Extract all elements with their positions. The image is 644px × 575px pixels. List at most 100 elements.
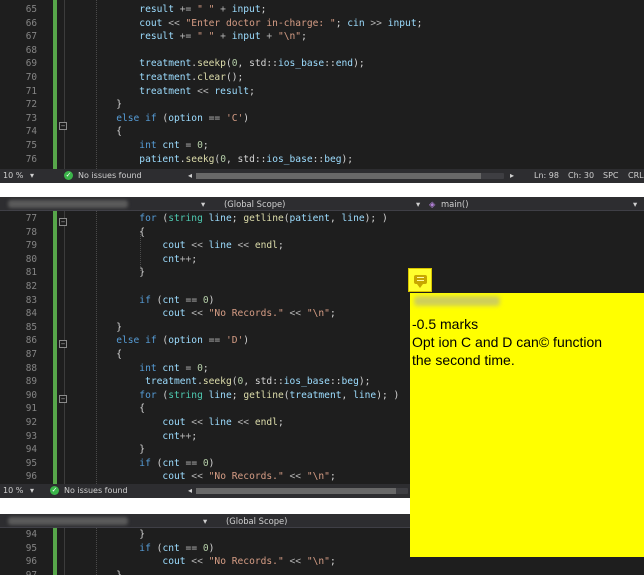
code-text: for (string line; getline(patient, line)… — [70, 213, 388, 224]
horizontal-scrollbar[interactable] — [196, 173, 504, 179]
code-line[interactable]: 80 cnt++; — [0, 253, 644, 267]
line-number: 80 — [25, 253, 37, 265]
editor-pane-top[interactable]: − 65 result += " " + input; 66 cout << "E… — [0, 0, 644, 183]
zoom-level[interactable]: 10 % — [3, 484, 23, 498]
code-line[interactable]: 82 — [0, 280, 644, 294]
line-number: 66 — [25, 17, 37, 29]
comment-marks: -0.5 marks — [412, 316, 479, 332]
code-text: for (string line; getline(treatment, lin… — [70, 389, 400, 401]
status-bar-top: 10 % ▾ ✓ No issues found ◂ ▸ Ln: 98 Ch: … — [0, 169, 644, 183]
code-text: if (cnt == 0) — [70, 457, 215, 469]
code-line[interactable]: 68 — [0, 44, 644, 58]
project-dropdown-redacted[interactable] — [8, 517, 128, 525]
scope-dropdown[interactable]: (Global Scope) — [226, 514, 287, 528]
code-line[interactable]: 67 result += " " + input + "\n"; — [0, 30, 644, 44]
code-text: else if (option == 'C') — [70, 112, 250, 124]
line-number: 78 — [25, 226, 37, 238]
line-number: 69 — [25, 58, 37, 70]
code-line[interactable]: 73 else if (option == 'C') — [0, 112, 644, 126]
line-number: 65 — [25, 4, 37, 15]
check-circle-icon: ✓ — [50, 486, 59, 495]
code-line[interactable]: 69 treatment.seekp(0, std::ios_base::end… — [0, 57, 644, 71]
code-text: } — [70, 569, 122, 575]
code-text: cout << line << endl; — [70, 417, 284, 428]
code-text: else if (option == 'D') — [70, 335, 250, 347]
code-line[interactable]: 72 } — [0, 98, 644, 112]
comment-note-icon[interactable] — [408, 268, 432, 292]
code-text: treatment.clear(); — [70, 72, 244, 83]
code-line[interactable]: 96 cout << "No Records." << "\n"; — [0, 555, 644, 569]
scope-dropdown[interactable]: (Global Scope) — [224, 197, 285, 211]
code-text: { — [70, 403, 146, 415]
line-number: 95 — [25, 542, 37, 554]
code-line[interactable]: 78 { — [0, 226, 644, 240]
column-indicator[interactable]: Ch: 30 — [568, 169, 594, 183]
line-ending-indicator[interactable]: CRLF — [628, 169, 644, 183]
line-indicator[interactable]: Ln: 98 — [534, 169, 559, 183]
line-number: 81 — [25, 267, 37, 279]
line-number: 91 — [25, 403, 37, 415]
code-line[interactable]: 65 result += " " + input; — [0, 3, 644, 17]
code-line[interactable]: 77 for (string line; getline(patient, li… — [0, 212, 644, 226]
code-text: if (cnt == 0) — [70, 542, 215, 554]
code-text: } — [70, 321, 122, 333]
code-text: } — [70, 444, 146, 456]
line-number: 93 — [25, 430, 37, 442]
code-line[interactable]: 79 cout << line << endl; — [0, 239, 644, 253]
dropdown-arrow-icon[interactable]: ▾ — [416, 197, 420, 211]
line-number: 96 — [25, 471, 37, 483]
status-text[interactable]: No issues found — [78, 169, 142, 183]
line-number: 73 — [25, 112, 37, 124]
dropdown-arrow-icon[interactable]: ▾ — [203, 514, 207, 528]
line-number: 96 — [25, 556, 37, 568]
code-text: int cnt = 0; — [70, 140, 209, 151]
code-line[interactable]: 71 treatment << result; — [0, 85, 644, 99]
line-number: 87 — [25, 349, 37, 360]
code-line[interactable]: 74 { — [0, 125, 644, 139]
status-text[interactable]: No issues found — [64, 484, 128, 498]
horizontal-scrollbar[interactable] — [196, 488, 408, 494]
line-number: 84 — [25, 308, 37, 320]
line-number: 82 — [25, 281, 37, 292]
line-number: 92 — [25, 417, 37, 428]
code-line[interactable]: 76 patient.seekg(0, std::ios_base::beg); — [0, 153, 644, 167]
whitespace-indicator[interactable]: SPC — [603, 169, 619, 183]
code-text: treatment.seekg(0, std::ios_base::beg); — [70, 376, 371, 388]
code-line[interactable]: 66 cout << "Enter doctor in-charge: "; c… — [0, 17, 644, 31]
code-text: } — [70, 267, 146, 279]
code-line[interactable]: 81 } — [0, 266, 644, 280]
zoom-dropdown-icon[interactable]: ▾ — [30, 484, 34, 498]
zoom-dropdown-icon[interactable]: ▾ — [30, 169, 34, 183]
code-line[interactable]: 75 int cnt = 0; — [0, 139, 644, 153]
dropdown-arrow-icon[interactable]: ▾ — [201, 197, 205, 211]
code-line[interactable]: 70 treatment.clear(); — [0, 71, 644, 85]
code-text: cnt++; — [70, 253, 198, 265]
code-text: if (cnt == 0) — [70, 294, 215, 306]
project-dropdown-redacted[interactable] — [8, 200, 128, 208]
line-number: 90 — [25, 389, 37, 401]
line-number: 72 — [25, 99, 37, 111]
line-number: 67 — [25, 31, 37, 43]
code-text: patient.seekg(0, std::ios_base::beg); — [70, 153, 354, 165]
scroll-left-icon[interactable]: ◂ — [188, 484, 192, 498]
code-line[interactable]: 97 } — [0, 569, 644, 575]
code-text: treatment.seekp(0, std::ios_base::end); — [70, 58, 365, 70]
line-number: 85 — [25, 321, 37, 333]
comment-text-line: the second time. — [412, 352, 515, 368]
scroll-left-icon[interactable]: ◂ — [188, 169, 192, 183]
dropdown-arrow-icon[interactable]: ▾ — [633, 197, 637, 211]
code-text: cnt++; — [70, 430, 198, 442]
code-text: { — [70, 349, 122, 360]
zoom-level[interactable]: 10 % — [3, 169, 23, 183]
check-circle-icon: ✓ — [64, 171, 73, 180]
code-text: cout << "No Records." << "\n"; — [70, 471, 336, 483]
line-number: 94 — [25, 529, 37, 540]
code-text: { — [70, 126, 122, 138]
function-dropdown[interactable]: main() — [441, 197, 468, 211]
line-number: 68 — [25, 44, 37, 56]
line-number: 74 — [25, 126, 37, 138]
scroll-right-icon[interactable]: ▸ — [510, 169, 514, 183]
code-text: int cnt = 0; — [70, 362, 209, 374]
code-text: result += " " + input + "\n"; — [70, 31, 307, 43]
code-text: cout << line << endl; — [70, 240, 284, 252]
